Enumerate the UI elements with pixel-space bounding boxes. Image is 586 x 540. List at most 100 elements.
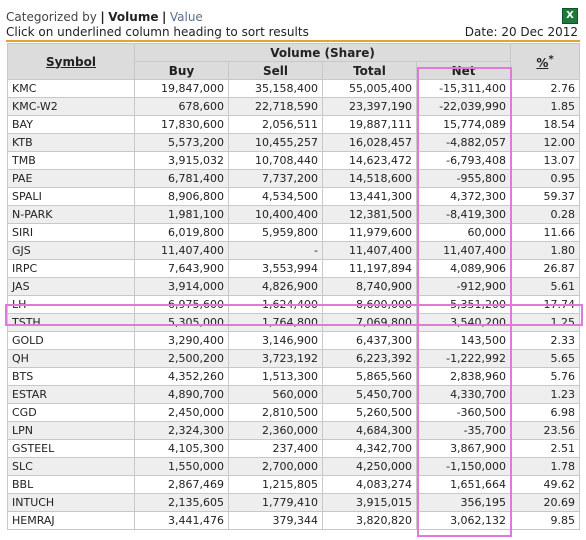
cell-net: 60,000 bbox=[415, 223, 512, 242]
cell-buy: 6,019,800 bbox=[134, 223, 229, 242]
cell-symbol: N-PARK bbox=[7, 205, 135, 224]
cell-buy: 2,500,200 bbox=[134, 349, 229, 368]
cell-symbol: PAE bbox=[7, 169, 135, 188]
column-header-symbol[interactable]: Symbol bbox=[7, 43, 135, 80]
cell-symbol: BBL bbox=[7, 475, 135, 494]
cell-symbol: GSTEEL bbox=[7, 439, 135, 458]
column-header-total[interactable]: Total bbox=[322, 61, 417, 80]
cell-net: 4,372,300 bbox=[415, 187, 512, 206]
table-row: ESTAR 4,890,700 560,000 5,450,700 4,330,700 1… bbox=[7, 385, 581, 404]
cell-percent: 18.54 bbox=[510, 115, 581, 134]
cell-total: 3,820,820 bbox=[322, 511, 417, 530]
cell-symbol: SLC bbox=[7, 457, 135, 476]
cell-symbol: CGD bbox=[7, 403, 135, 422]
column-group-volume: Volume (Share) bbox=[133, 43, 512, 62]
cell-percent: 6.98 bbox=[510, 403, 581, 422]
cell-total: 8,740,900 bbox=[322, 277, 417, 296]
cell-percent: 2.76 bbox=[510, 79, 581, 98]
cell-total: 14,518,600 bbox=[322, 169, 417, 188]
cell-total: 5,450,700 bbox=[322, 385, 417, 404]
table-row: QH 2,500,200 3,723,192 6,223,392 -1,222,992 5… bbox=[7, 349, 581, 368]
cell-total: 12,381,500 bbox=[322, 205, 417, 224]
table-row: SLC 1,550,000 2,700,000 4,250,000 -1,150,000… bbox=[7, 457, 581, 476]
cell-total: 11,407,400 bbox=[322, 241, 417, 260]
cell-total: 8,600,000 bbox=[322, 295, 417, 314]
cell-symbol: GOLD bbox=[7, 331, 135, 350]
tab-volume: Volume bbox=[108, 10, 159, 24]
cell-percent: 49.62 bbox=[510, 475, 581, 494]
cell-total: 6,437,300 bbox=[322, 331, 417, 350]
cell-buy: 5,573,200 bbox=[134, 133, 229, 152]
table-row: HEMRAJ 3,441,476 379,344 3,820,820 3,062,132… bbox=[7, 511, 581, 530]
cell-percent: 17.74 bbox=[510, 295, 581, 314]
table-row: GJS 11,407,400-11,407,400 11,407,400 1.80 bbox=[7, 241, 581, 260]
cell-net: 15,774,089 bbox=[415, 115, 512, 134]
cell-percent: 9.85 bbox=[510, 511, 581, 530]
cell-buy: 4,352,260 bbox=[134, 367, 229, 386]
cell-total: 4,342,700 bbox=[322, 439, 417, 458]
cell-total: 14,623,472 bbox=[322, 151, 417, 170]
cell-percent: 1.25 bbox=[510, 313, 581, 332]
cell-sell: 4,826,900 bbox=[228, 277, 323, 296]
cell-sell: 1,779,410 bbox=[228, 493, 323, 512]
cell-symbol: SPALI bbox=[7, 187, 135, 206]
cell-percent: 1.80 bbox=[510, 241, 581, 260]
cell-sell: 7,737,200 bbox=[228, 169, 323, 188]
cell-net: 5,351,200 bbox=[415, 295, 512, 314]
cell-symbol: BAY bbox=[7, 115, 135, 134]
table-row: INTUCH 2,135,605 1,779,410 3,915,015 356,195… bbox=[7, 493, 581, 512]
cell-buy: 1,981,100 bbox=[134, 205, 229, 224]
cell-percent: 0.28 bbox=[510, 205, 581, 224]
table-row: BAY 17,830,600 2,056,511 19,887,111 15,774,0… bbox=[7, 115, 581, 134]
cell-sell: 22,718,590 bbox=[228, 97, 323, 116]
column-header-sell[interactable]: Sell bbox=[228, 61, 323, 80]
cell-symbol: KMC-W2 bbox=[7, 97, 135, 116]
cell-symbol: BTS bbox=[7, 367, 135, 386]
cell-net: -15,311,400 bbox=[415, 79, 512, 98]
separator: | bbox=[161, 10, 167, 24]
cell-symbol: JAS bbox=[7, 277, 135, 296]
cell-total: 5,260,500 bbox=[322, 403, 417, 422]
column-header-percent[interactable]: %* bbox=[510, 43, 581, 80]
table-row: SIRI 6,019,800 5,959,800 11,979,600 60,000 11… bbox=[7, 223, 581, 242]
cell-buy: 2,867,469 bbox=[134, 475, 229, 494]
table-row: PAE 6,781,400 7,737,200 14,518,600 -955,800 0… bbox=[7, 169, 581, 188]
cell-buy: 4,890,700 bbox=[134, 385, 229, 404]
cell-buy: 17,830,600 bbox=[134, 115, 229, 134]
cell-net: 3,867,900 bbox=[415, 439, 512, 458]
volume-table: Symbol Volume (Share) %* Buy Sell Total … bbox=[7, 43, 581, 530]
table-row: TSTH 5,305,000 1,764,800 7,069,800 3,540,200… bbox=[7, 313, 581, 332]
cell-symbol: SIRI bbox=[7, 223, 135, 242]
column-header-net[interactable]: Net bbox=[415, 61, 512, 80]
tab-value[interactable]: Value bbox=[170, 10, 203, 24]
excel-icon[interactable]: X bbox=[562, 8, 578, 24]
table-row: BBL 2,867,469 1,215,805 4,083,274 1,651,664 4… bbox=[7, 475, 581, 494]
cell-sell: 2,810,500 bbox=[228, 403, 323, 422]
table-row: SPALI 8,906,800 4,534,500 13,441,300 4,372,3… bbox=[7, 187, 581, 206]
cell-net: -360,500 bbox=[415, 403, 512, 422]
separator: | bbox=[100, 10, 105, 24]
cell-percent: 26.87 bbox=[510, 259, 581, 278]
column-header-buy[interactable]: Buy bbox=[134, 61, 229, 80]
cell-total: 3,915,015 bbox=[322, 493, 417, 512]
categorized-by-label: Categorized by bbox=[6, 10, 97, 24]
cell-net: -1,222,992 bbox=[415, 349, 512, 368]
table-row: LPN 2,324,300 2,360,000 4,684,300 -35,700 23.… bbox=[7, 421, 581, 440]
cell-buy: 6,781,400 bbox=[134, 169, 229, 188]
cell-symbol: KTB bbox=[7, 133, 135, 152]
cell-symbol: LPN bbox=[7, 421, 135, 440]
cell-symbol: GJS bbox=[7, 241, 135, 260]
cell-percent: 59.37 bbox=[510, 187, 581, 206]
cell-percent: 5.61 bbox=[510, 277, 581, 296]
cell-sell: 560,000 bbox=[228, 385, 323, 404]
cell-buy: 1,550,000 bbox=[134, 457, 229, 476]
cell-sell: 3,723,192 bbox=[228, 349, 323, 368]
cell-symbol: TMB bbox=[7, 151, 135, 170]
cell-sell: 10,455,257 bbox=[228, 133, 323, 152]
cell-net: -4,882,057 bbox=[415, 133, 512, 152]
cell-total: 16,028,457 bbox=[322, 133, 417, 152]
cell-buy: 3,441,476 bbox=[134, 511, 229, 530]
cell-sell: 1,624,400 bbox=[228, 295, 323, 314]
cell-symbol: ESTAR bbox=[7, 385, 135, 404]
sort-hint: Click on underlined column heading to so… bbox=[6, 25, 309, 39]
